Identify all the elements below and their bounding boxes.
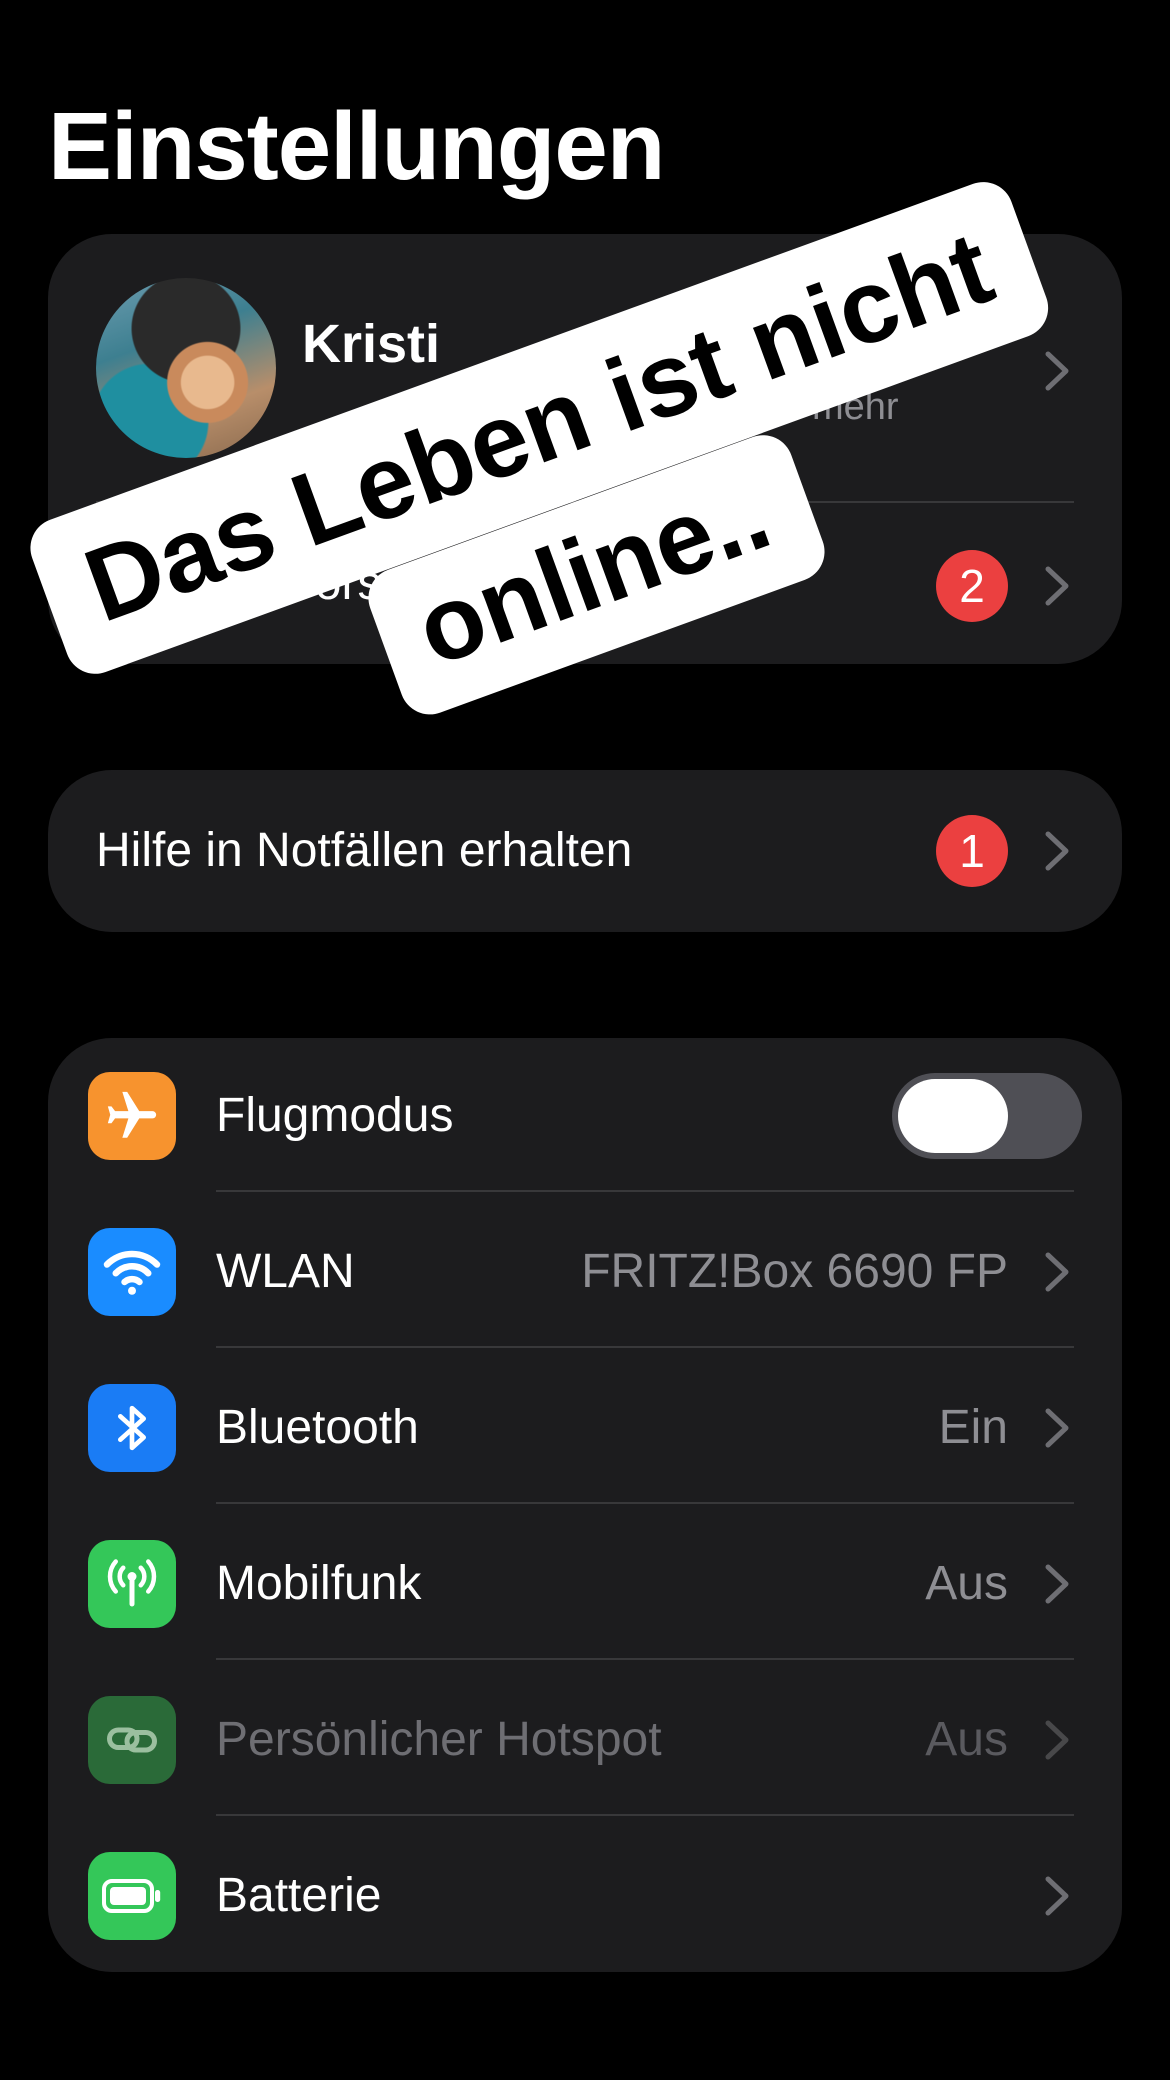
wifi-icon xyxy=(88,1228,176,1316)
separator xyxy=(216,1190,1074,1192)
separator xyxy=(216,1346,1074,1348)
account-suggestions-label[interactable]: Account-Vorschläge xyxy=(96,554,523,614)
separator xyxy=(216,1814,1074,1816)
connectivity-settings-card: Flugmodus WLAN FRITZ!Box 6690 FP Bluetoo… xyxy=(48,1038,1122,1972)
avatar[interactable] xyxy=(96,278,276,458)
settings-row-value: Aus xyxy=(925,1557,1008,1610)
settings-row-label: Flugmodus xyxy=(216,1089,454,1142)
chevron-right-icon xyxy=(1042,1561,1072,1607)
notification-badge: 1 xyxy=(936,815,1008,887)
chevron-right-icon xyxy=(1042,348,1072,394)
airplane-icon xyxy=(88,1072,176,1160)
emergency-help-row[interactable]: Hilfe in Notfällen erhalten 1 xyxy=(48,770,1122,932)
settings-row-label: Persönlicher Hotspot xyxy=(216,1713,662,1766)
chevron-right-icon xyxy=(1042,1405,1072,1451)
chevron-right-icon xyxy=(1042,563,1072,609)
settings-row-label: Bluetooth xyxy=(216,1401,419,1454)
toggle-knob xyxy=(898,1079,1008,1153)
chevron-right-icon xyxy=(1042,1873,1072,1919)
settings-row-value: Aus xyxy=(925,1713,1008,1766)
notification-badge: 2 xyxy=(936,550,1008,622)
antenna-icon xyxy=(88,1540,176,1628)
airplane-mode-toggle[interactable] xyxy=(892,1073,1082,1159)
chevron-right-icon xyxy=(1042,1717,1072,1763)
emergency-help-label: Hilfe in Notfällen erhalten xyxy=(96,824,633,877)
separator xyxy=(216,1658,1074,1660)
settings-row-label: WLAN xyxy=(216,1245,355,1298)
profile-subtitle: und mehr xyxy=(738,386,899,428)
battery-icon xyxy=(88,1852,176,1940)
settings-row-label: Mobilfunk xyxy=(216,1557,422,1610)
page-title: Einstellungen xyxy=(48,93,665,200)
settings-row-label: Batterie xyxy=(216,1869,382,1922)
separator xyxy=(96,501,1074,503)
settings-row-value: Ein xyxy=(938,1401,1008,1454)
hotspot-link-icon xyxy=(88,1696,176,1784)
separator xyxy=(216,1502,1074,1504)
settings-row-value: FRITZ!Box 6690 FP xyxy=(581,1245,1008,1298)
chevron-right-icon xyxy=(1042,1249,1072,1295)
bluetooth-icon xyxy=(88,1384,176,1472)
profile-name[interactable]: Kristi xyxy=(302,312,440,376)
profile-card: Kristi und mehr Account-Vorschläge 2 xyxy=(48,234,1122,664)
chevron-right-icon xyxy=(1042,828,1072,874)
